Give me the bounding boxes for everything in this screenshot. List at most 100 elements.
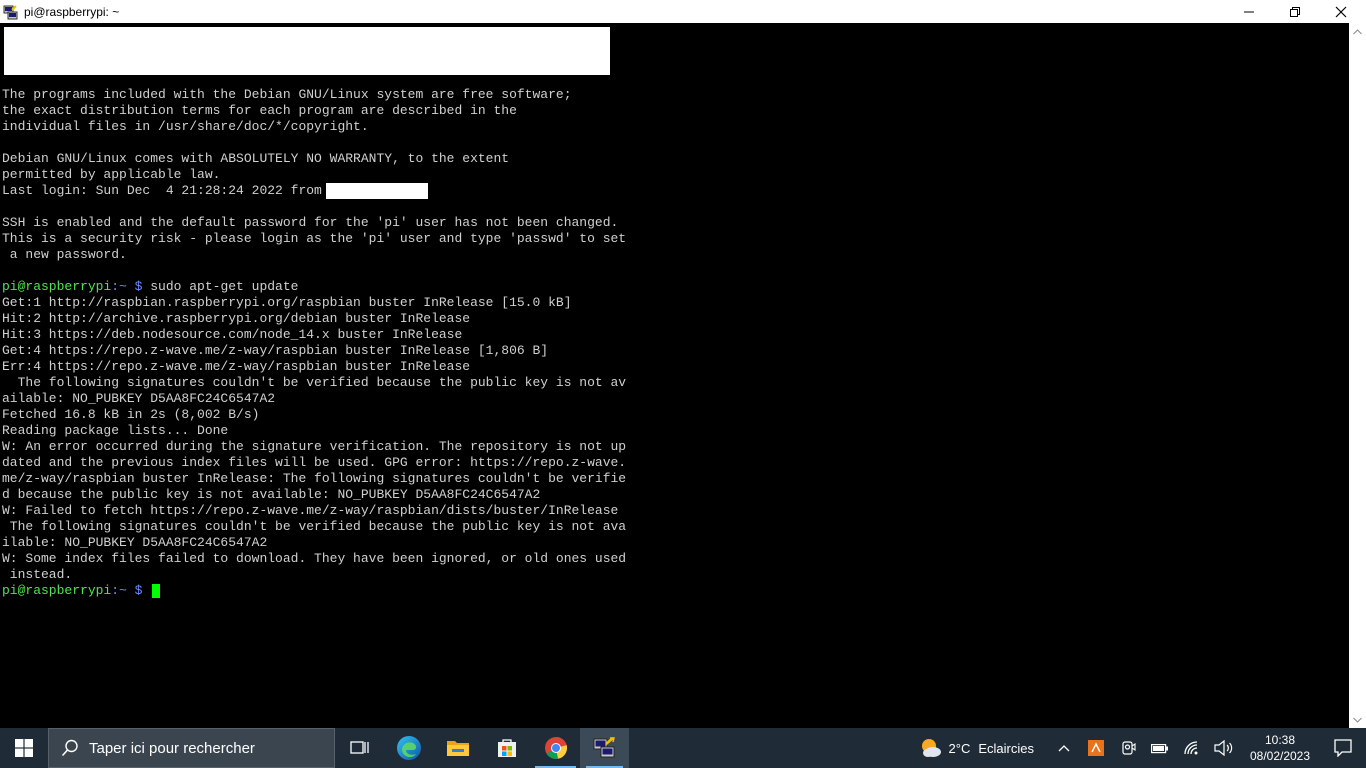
close-button[interactable]: [1318, 0, 1364, 23]
battery-button[interactable]: [1144, 728, 1176, 768]
terminal-line: Err:4 https://repo.z-wave.me/z-way/raspb…: [2, 359, 626, 375]
edge-button[interactable]: [384, 728, 433, 768]
network-button[interactable]: [1176, 728, 1208, 768]
terminal-output: The programs included with the Debian GN…: [2, 87, 626, 599]
terminal-line: The following signatures couldn't be ver…: [2, 375, 627, 391]
show-hidden-icons-button[interactable]: [1048, 728, 1080, 768]
volume-button[interactable]: [1208, 728, 1240, 768]
terminal-line: Fetched 16.8 kB in 2s (8,002 B/s): [2, 407, 626, 423]
terminal-line-text: Reading package lists... Done: [2, 423, 229, 438]
putty-button[interactable]: [580, 728, 629, 768]
minimize-button[interactable]: [1226, 0, 1272, 23]
store-icon: [497, 739, 516, 757]
terminal-area[interactable]: The programs included with the Debian GN…: [0, 23, 1349, 728]
terminal-line-text: permitted by applicable law.: [2, 167, 221, 182]
chevron-up-icon: [1353, 28, 1362, 34]
terminal-line: This is a security risk - please login a…: [2, 231, 626, 247]
terminal-line-text: individual files in /usr/share/doc/*/cop…: [2, 119, 369, 134]
close-icon: [1335, 6, 1347, 17]
terminal-line: me/z-way/raspbian buster InRelease: The …: [2, 471, 626, 487]
terminal-line: Hit:2 http://archive.raspberrypi.org/deb…: [2, 311, 626, 327]
terminal-line-text: ailable: NO_PUBKEY D5AA8FC24C6547A2: [2, 391, 276, 406]
terminal-line: pi@raspberrypi:~ $ sudo apt-get update: [2, 279, 626, 295]
battery-icon: [1151, 743, 1168, 754]
weather-widget[interactable]: 2°C Eclaircies: [919, 737, 1034, 759]
scroll-thumb[interactable]: [1353, 43, 1362, 707]
terminal-line-text: Err:4 https://repo.z-wave.me/z-way/raspb…: [2, 359, 471, 374]
scroll-up-button[interactable]: [1349, 23, 1366, 40]
terminal-line-text: Fetched 16.8 kB in 2s (8,002 B/s): [2, 407, 260, 422]
scroll-down-button[interactable]: [1349, 711, 1366, 728]
terminal-line: W: An error occurred during the signatur…: [2, 439, 626, 455]
store-button[interactable]: [482, 728, 531, 768]
chrome-icon: [544, 737, 567, 759]
system-tray: 2°C Eclaircies 10:38 08/02/2023: [919, 728, 1366, 768]
taskbar-search[interactable]: Taper ici pour rechercher: [48, 728, 335, 768]
terminal-line-text: SSH is enabled and the default password …: [2, 215, 619, 230]
file-explorer-button[interactable]: [433, 728, 482, 768]
text-cursor[interactable]: [152, 584, 161, 598]
terminal-line: Get:1 http://raspbian.raspberrypi.org/ra…: [2, 295, 626, 311]
restore-icon: [1290, 6, 1300, 17]
maximize-button[interactable]: [1272, 0, 1318, 23]
terminal-line-text: Last login: Sun Dec 4 21:28:24 2022 from: [2, 183, 322, 198]
terminal-line-text: Get:1 http://raspbian.raspberrypi.org/ra…: [2, 295, 572, 310]
prompt-user: pi@raspberrypi: [2, 583, 112, 598]
terminal-line: W: Some index files failed to download. …: [2, 551, 626, 567]
terminal-line-text: W: Some index files failed to download. …: [2, 551, 627, 566]
terminal-line: d because the public key is not availabl…: [2, 487, 626, 503]
edge-icon: [396, 736, 421, 760]
terminal-line: SSH is enabled and the default password …: [2, 215, 626, 231]
terminal-line-text: Get:4 https://repo.z-wave.me/z-way/raspb…: [2, 343, 549, 358]
terminal-line-text: The following signatures couldn't be ver…: [2, 519, 627, 534]
terminal-scrollbar[interactable]: [1349, 23, 1366, 728]
prompt-path: :~ $: [111, 583, 143, 598]
start-button[interactable]: [0, 728, 48, 768]
terminal-line-text: Debian GNU/Linux comes with ABSOLUTELY N…: [2, 151, 510, 166]
putty-app-icon[interactable]: [3, 4, 19, 20]
terminal-line-text: instead.: [2, 567, 73, 582]
terminal-line: Hit:3 https://deb.nodesource.com/node_14…: [2, 327, 626, 343]
chevron-down-icon: [1353, 717, 1362, 723]
weather-description: Eclaircies: [978, 740, 1034, 756]
terminal-line-text: W: An error occurred during the signatur…: [2, 439, 627, 454]
terminal-line: permitted by applicable law.: [2, 167, 626, 183]
taskbar: Taper ici pour rechercher 2°C Eclaircies…: [0, 728, 1366, 768]
speaker-icon: [1214, 740, 1233, 756]
task-view-button[interactable]: [335, 728, 384, 768]
terminal-line: a new password.: [2, 247, 626, 263]
terminal-line: ilable: NO_PUBKEY D5AA8FC24C6547A2: [2, 535, 626, 551]
chevron-up-icon: [1058, 745, 1070, 752]
clock-date: 08/02/2023: [1249, 749, 1311, 763]
window-titlebar[interactable]: pi@raspberrypi: ~: [0, 0, 1366, 23]
terminal-line-text: Hit:3 https://deb.nodesource.com/node_14…: [2, 327, 463, 342]
meet-now-button[interactable]: [1112, 728, 1144, 768]
windows-logo-icon: [15, 739, 33, 757]
prompt-user: pi@raspberrypi: [2, 279, 112, 294]
clock-time: 10:38: [1264, 733, 1296, 747]
terminal-line-text: the exact distribution terms for each pr…: [2, 103, 517, 118]
window-title: pi@raspberrypi: ~: [24, 4, 120, 19]
terminal-line: individual files in /usr/share/doc/*/cop…: [2, 119, 626, 135]
taskbar-clock[interactable]: 10:38 08/02/2023: [1240, 732, 1320, 764]
terminal-line-text: W: Failed to fetch https://repo.z-wave.m…: [2, 503, 619, 518]
search-icon: [61, 739, 78, 757]
terminal-line-text: d because the public key is not availabl…: [2, 487, 541, 502]
camera-icon: [1122, 741, 1136, 755]
notifications-button[interactable]: [1320, 728, 1366, 768]
redacted-banner: [4, 27, 610, 75]
terminal-line-text: This is a security risk - please login a…: [2, 231, 627, 246]
weather-temperature: 2°C: [948, 740, 971, 756]
redacted-ip: [325, 183, 428, 199]
chrome-button[interactable]: [531, 728, 580, 768]
terminal-line: Get:4 https://repo.z-wave.me/z-way/raspb…: [2, 343, 626, 359]
weather-partly-sunny-icon: [921, 739, 941, 757]
terminal-line: ailable: NO_PUBKEY D5AA8FC24C6547A2: [2, 391, 626, 407]
search-placeholder: Taper ici pour rechercher: [89, 739, 255, 757]
task-view-icon: [349, 741, 369, 754]
tray-app-button[interactable]: [1080, 728, 1112, 768]
terminal-line: dated and the previous index files will …: [2, 455, 626, 471]
